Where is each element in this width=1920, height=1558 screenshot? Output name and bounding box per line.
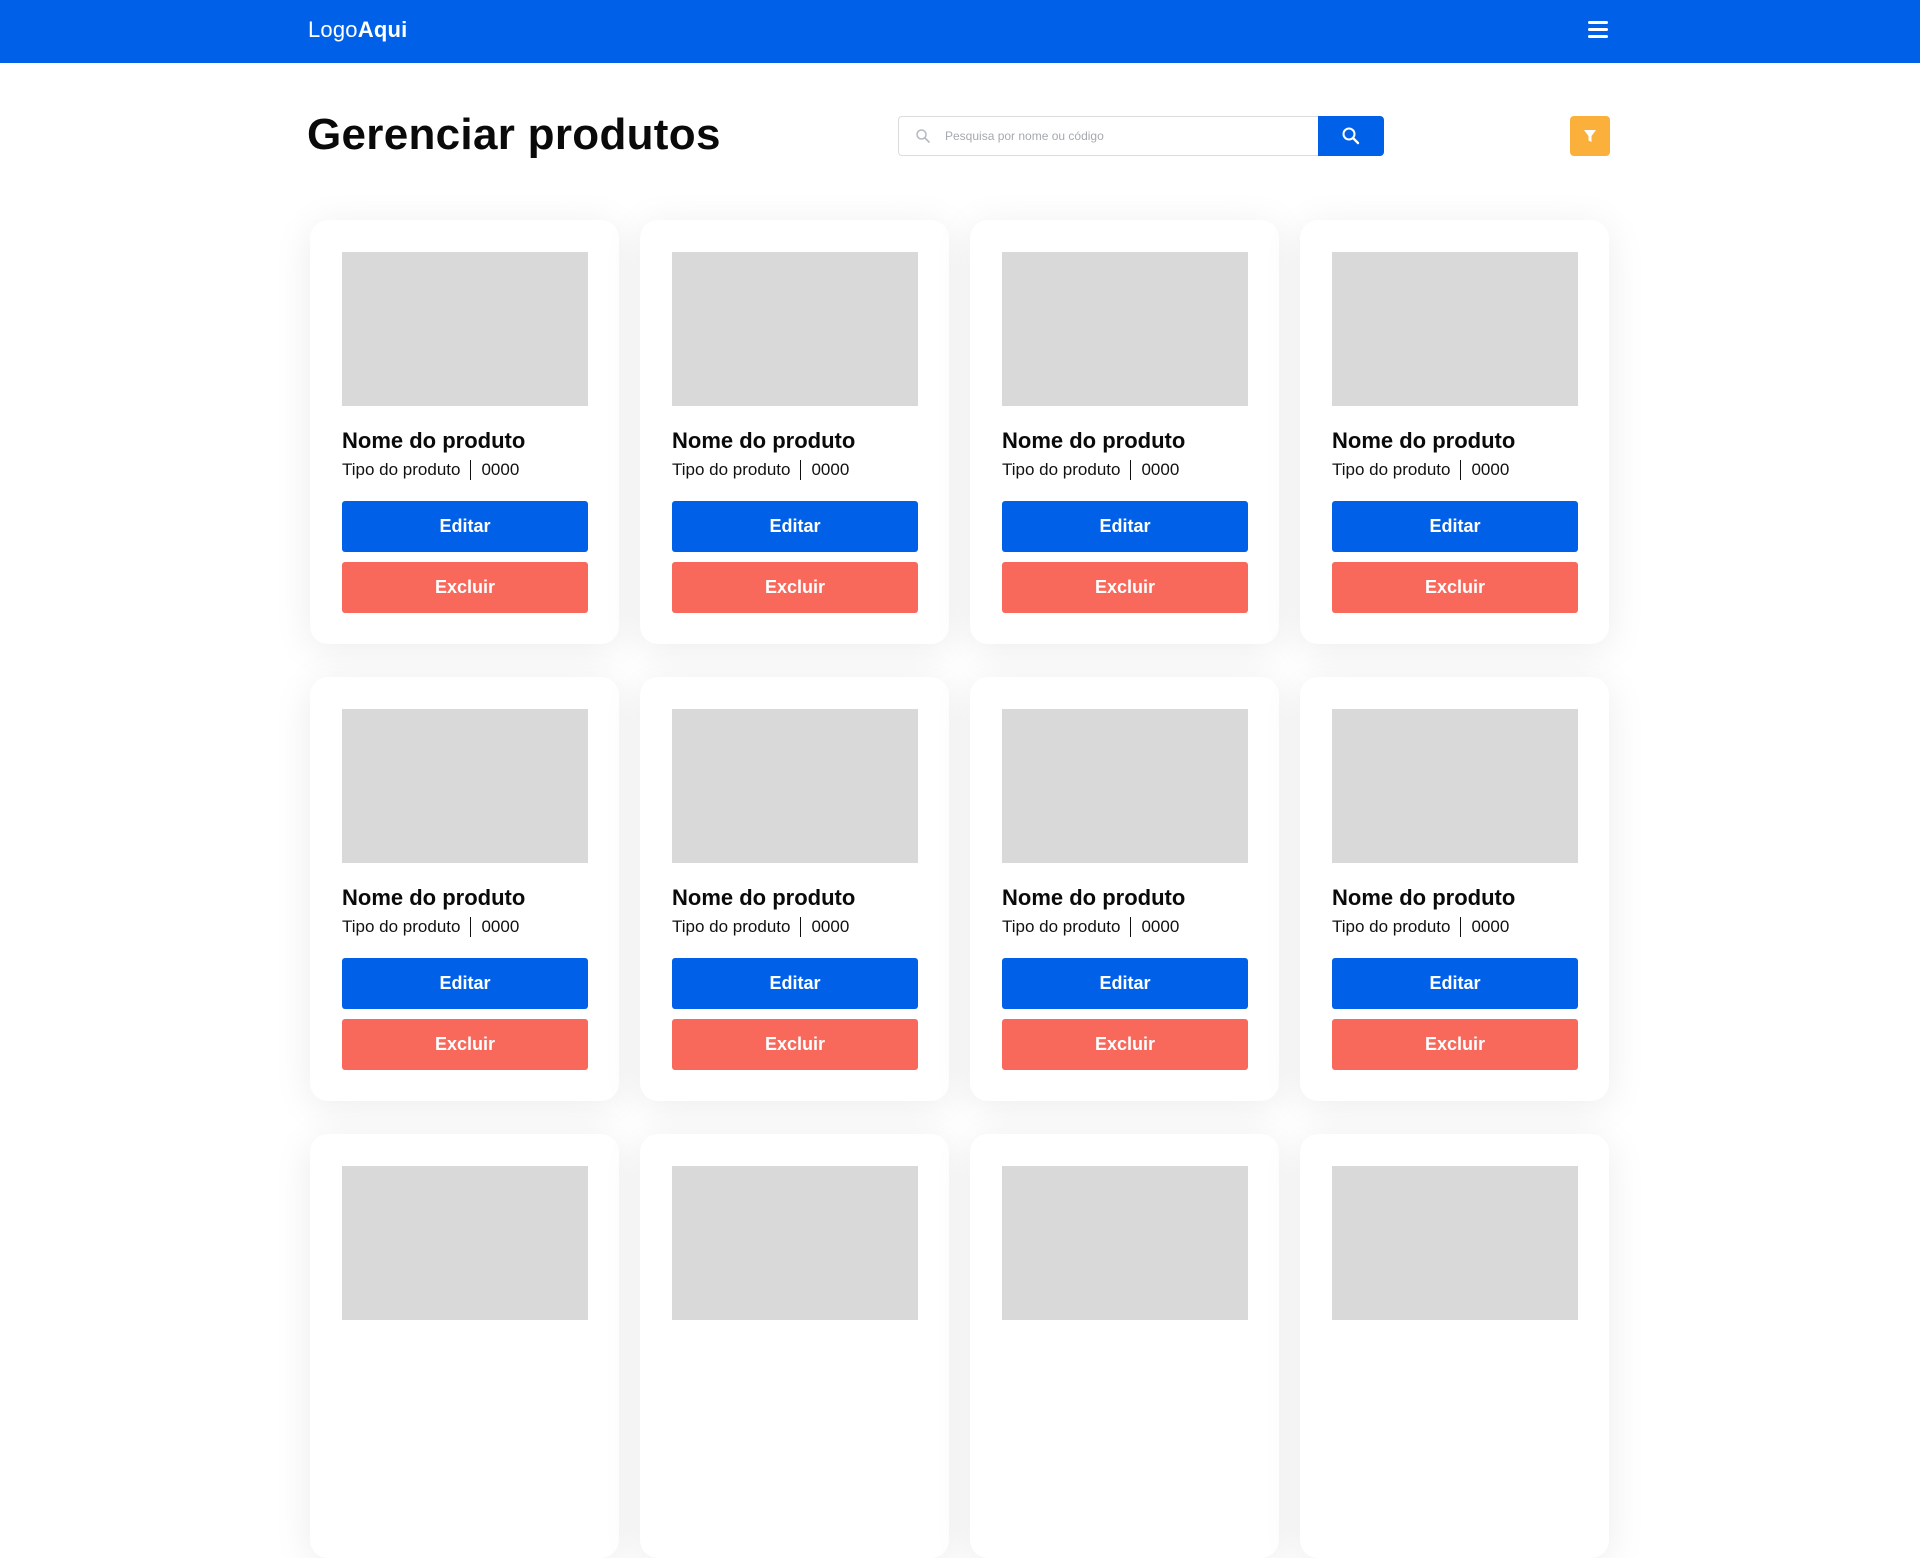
meta-divider: [800, 460, 802, 480]
product-name: Nome do produto: [342, 885, 526, 910]
product-meta: Tipo do produto 0000: [1002, 917, 1179, 937]
delete-button[interactable]: Excluir: [342, 562, 588, 613]
product-meta: Tipo do produto 0000: [672, 460, 849, 480]
product-type: Tipo do produto: [342, 460, 461, 479]
product-meta: Tipo do produto 0000: [1332, 460, 1509, 480]
search-button[interactable]: [1318, 116, 1384, 156]
product-card: Nome do produto Tipo do produto 0000 Edit…: [1300, 220, 1609, 644]
delete-button[interactable]: Excluir: [672, 1019, 918, 1070]
delete-button[interactable]: Excluir: [672, 562, 918, 613]
product-type: Tipo do produto: [1002, 460, 1121, 479]
product-card: Nome do produto Tipo do produto 0000 Edit…: [310, 677, 619, 1101]
product-code: 0000: [1141, 917, 1180, 936]
search-icon: [1342, 127, 1360, 145]
search-input[interactable]: [945, 117, 1305, 155]
product-name: Nome do produto: [1332, 885, 1516, 910]
product-type: Tipo do produto: [1332, 460, 1451, 479]
page-title: Gerenciar produtos: [307, 110, 721, 159]
top-navbar: LogoAqui: [0, 0, 1920, 63]
product-name: Nome do produto: [1002, 885, 1186, 910]
product-meta: Tipo do produto 0000: [342, 460, 519, 480]
filter-icon: [1584, 130, 1596, 142]
product-card: Nome do produto Tipo do produto 0000 Edit…: [640, 677, 949, 1101]
product-name: Nome do produto: [1332, 428, 1516, 453]
meta-divider: [800, 917, 802, 937]
product-name: Nome do produto: [672, 885, 856, 910]
product-code: 0000: [481, 460, 520, 479]
filter-button[interactable]: [1570, 116, 1610, 156]
product-code: 0000: [811, 460, 850, 479]
product-image-placeholder: [342, 252, 588, 406]
edit-button[interactable]: Editar: [342, 958, 588, 1009]
product-card: Nome do produto Tipo do produto 0000 Edit…: [1300, 677, 1609, 1101]
logo-text-part2: Aqui: [357, 17, 408, 42]
product-name: Nome do produto: [672, 428, 856, 453]
edit-button[interactable]: Editar: [672, 501, 918, 552]
meta-divider: [470, 917, 472, 937]
product-image-placeholder: [1002, 1166, 1248, 1320]
product-card: Nome do produto Tipo do produto 0000 Edit…: [970, 220, 1279, 644]
meta-divider: [1130, 917, 1132, 937]
meta-divider: [1460, 917, 1462, 937]
delete-button[interactable]: Excluir: [342, 1019, 588, 1070]
edit-button[interactable]: Editar: [672, 958, 918, 1009]
product-card: Nome do produto Tipo do produto 0000 Edit…: [640, 220, 949, 644]
product-image-placeholder: [1332, 252, 1578, 406]
product-image-placeholder: [1332, 1166, 1578, 1320]
edit-button[interactable]: Editar: [1332, 501, 1578, 552]
product-image-placeholder: [1002, 709, 1248, 863]
edit-button[interactable]: Editar: [342, 501, 588, 552]
edit-button[interactable]: Editar: [1002, 501, 1248, 552]
product-name: Nome do produto: [1002, 428, 1186, 453]
product-code: 0000: [1471, 460, 1510, 479]
product-image-placeholder: [672, 1166, 918, 1320]
meta-divider: [470, 460, 472, 480]
product-code: 0000: [811, 917, 850, 936]
delete-button[interactable]: Excluir: [1332, 562, 1578, 613]
product-meta: Tipo do produto 0000: [672, 917, 849, 937]
edit-button[interactable]: Editar: [1002, 958, 1248, 1009]
product-image-placeholder: [342, 1166, 588, 1320]
product-type: Tipo do produto: [672, 460, 791, 479]
meta-divider: [1460, 460, 1462, 480]
product-image-placeholder: [672, 252, 918, 406]
delete-button[interactable]: Excluir: [1002, 562, 1248, 613]
product-name: Nome do produto: [342, 428, 526, 453]
product-code: 0000: [481, 917, 520, 936]
logo[interactable]: LogoAqui: [308, 17, 407, 43]
product-image-placeholder: [1332, 709, 1578, 863]
product-meta: Tipo do produto 0000: [1002, 460, 1179, 480]
product-code: 0000: [1471, 917, 1510, 936]
search-box: [898, 116, 1318, 156]
meta-divider: [1130, 460, 1132, 480]
product-code: 0000: [1141, 460, 1180, 479]
edit-button[interactable]: Editar: [1332, 958, 1578, 1009]
delete-button[interactable]: Excluir: [1002, 1019, 1248, 1070]
product-type: Tipo do produto: [1002, 917, 1121, 936]
product-image-placeholder: [342, 709, 588, 863]
logo-text-part1: Logo: [308, 17, 358, 42]
product-card: Nome do produto Tipo do produto 0000 Edit…: [970, 677, 1279, 1101]
product-card: Nome do produto Tipo do produto 0000 Edit…: [310, 220, 619, 644]
product-type: Tipo do produto: [1332, 917, 1451, 936]
product-meta: Tipo do produto 0000: [1332, 917, 1509, 937]
product-type: Tipo do produto: [342, 917, 461, 936]
search-icon: [916, 129, 930, 143]
delete-button[interactable]: Excluir: [1332, 1019, 1578, 1070]
product-image-placeholder: [672, 709, 918, 863]
product-image-placeholder: [1002, 252, 1248, 406]
hamburger-menu-icon[interactable]: [1588, 21, 1610, 41]
product-meta: Tipo do produto 0000: [342, 917, 519, 937]
product-type: Tipo do produto: [672, 917, 791, 936]
